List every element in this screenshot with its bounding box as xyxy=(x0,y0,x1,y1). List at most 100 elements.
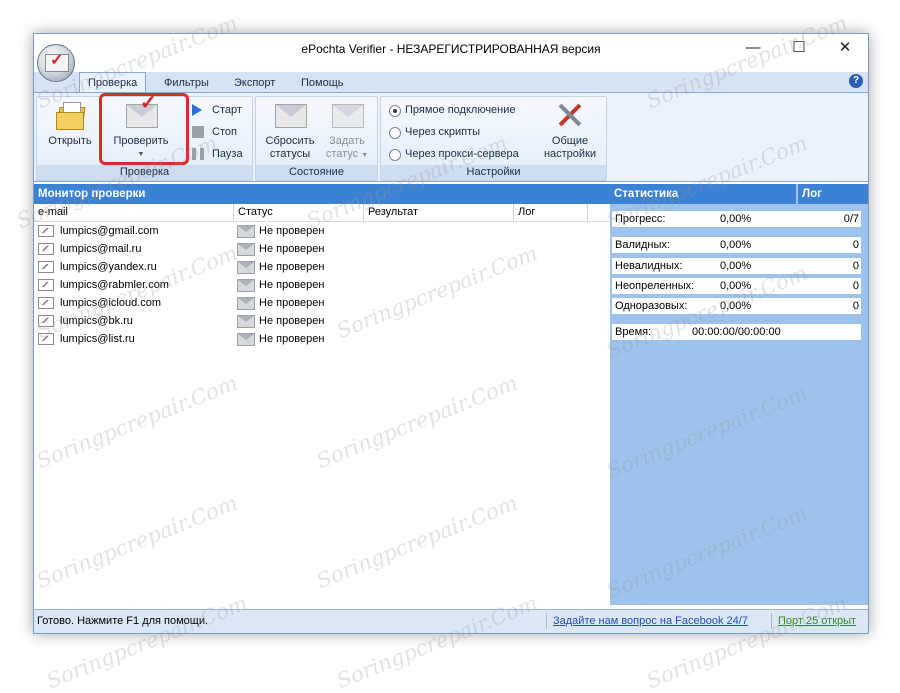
group-label-settings: Настройки xyxy=(381,165,606,180)
stat-label: Прогресс: xyxy=(615,213,666,225)
tab-help[interactable]: Помощь xyxy=(293,74,352,92)
set-status-button[interactable]: Задать статус ▼ xyxy=(320,99,374,162)
tab-filters[interactable]: Фильтры xyxy=(156,74,217,92)
column-result[interactable]: Результат xyxy=(368,206,418,218)
stat-label: Валидных: xyxy=(615,239,670,251)
stat-label: Время: xyxy=(615,326,652,338)
statistics-panel: Статистика Лог Прогресс: 0,00% 0/7 Валид… xyxy=(610,184,868,605)
table-row[interactable]: lumpics@mail.ru Не проверен xyxy=(34,240,610,258)
table-row[interactable]: lumpics@rabmler.com Не проверен xyxy=(34,276,610,294)
ribbon-group-state: Сбросить статусы Задать статус ▼ Состоян… xyxy=(255,96,378,181)
title-bar: ePochta Verifier - НЕЗАРЕГИСТРИРОВАННАЯ … xyxy=(34,34,868,64)
stat-undefined: Неопреленных: 0,00% 0 xyxy=(612,278,861,294)
general-settings-button[interactable]: Общие настройки xyxy=(537,99,603,161)
stat-time: Время: 00:00:00/00:00:00 xyxy=(612,324,861,340)
stat-percent: 0,00% xyxy=(720,280,752,292)
column-email[interactable]: e-mail xyxy=(38,206,68,218)
envelope-icon xyxy=(237,315,255,328)
verify-button-highlight xyxy=(99,93,189,165)
row-status: Не проверен xyxy=(259,297,325,309)
pause-label: Пауза xyxy=(212,148,243,160)
row-email: lumpics@rabmler.com xyxy=(60,279,169,291)
radio-indicator xyxy=(389,105,401,117)
minimize-button[interactable]: — xyxy=(730,34,776,64)
radio-scripts-label: Через скрипты xyxy=(405,126,481,138)
stat-count: 0/7 xyxy=(843,213,859,225)
status-bar: Готово. Нажмите F1 для помощи. Задайте н… xyxy=(34,609,868,633)
general-label-line1: Общие xyxy=(551,135,589,147)
stat-valid: Валидных: 0,00% 0 xyxy=(612,237,861,253)
stop-icon xyxy=(192,126,204,138)
general-label-line2: настройки xyxy=(543,148,597,160)
mail-icon xyxy=(38,333,54,345)
radio-via-scripts[interactable]: Через скрипты xyxy=(387,123,480,141)
facebook-link[interactable]: Задайте нам вопрос на Facebook 24/7 xyxy=(553,615,748,627)
envelope-icon xyxy=(274,99,307,131)
open-button-label: Открыть xyxy=(48,135,92,147)
group-label-check: Проверка xyxy=(37,165,252,180)
start-button[interactable]: Старт xyxy=(192,101,242,119)
envelope-icon xyxy=(237,333,255,346)
row-status: Не проверен xyxy=(259,243,325,255)
table-row[interactable]: lumpics@yandex.ru Не проверен xyxy=(34,258,610,276)
row-status: Не проверен xyxy=(259,315,325,327)
stat-count: 0 xyxy=(852,280,859,292)
mail-icon xyxy=(38,225,54,237)
row-status: Не проверен xyxy=(259,261,325,273)
app-menu-orb[interactable]: ✓ xyxy=(37,44,75,82)
stat-count: 0 xyxy=(852,239,859,251)
stat-disposable: Одноразовых: 0,00% 0 xyxy=(612,298,861,314)
status-text: Готово. Нажмите F1 для помощи. xyxy=(37,615,209,627)
open-button[interactable]: Открыть xyxy=(41,99,99,148)
ribbon-group-settings: Прямое подключение Через скрипты Через п… xyxy=(380,96,607,181)
row-status: Не проверен xyxy=(259,225,325,237)
mail-icon xyxy=(38,297,54,309)
radio-direct-connection[interactable]: Прямое подключение xyxy=(387,101,516,119)
row-email: lumpics@yandex.ru xyxy=(60,261,157,273)
monitor-column-headers: e-mail Статус Результат Лог xyxy=(34,204,610,222)
tab-check[interactable]: Проверка xyxy=(79,72,147,93)
envelope-icon xyxy=(237,261,255,274)
reset-statuses-button[interactable]: Сбросить статусы xyxy=(260,99,320,161)
help-icon[interactable]: ? xyxy=(849,74,863,88)
ribbon-tabs: Проверка Фильтры Экспорт Помощь ? xyxy=(34,72,868,93)
monitor-panel-title: Монитор проверки xyxy=(34,184,610,204)
row-email: lumpics@icloud.com xyxy=(60,297,162,309)
tools-icon xyxy=(554,99,586,131)
envelope-icon xyxy=(237,243,255,256)
column-log[interactable]: Лог xyxy=(518,206,535,218)
row-status: Не проверен xyxy=(259,333,325,345)
statistics-tab[interactable]: Статистика xyxy=(610,184,796,204)
table-row[interactable]: lumpics@gmail.com Не проверен xyxy=(34,222,610,240)
stat-percent: 0,00% xyxy=(720,260,752,272)
log-tab[interactable]: Лог xyxy=(798,184,868,204)
row-email: lumpics@bk.ru xyxy=(60,315,133,327)
stat-percent: 0,00% xyxy=(720,300,752,312)
chevron-down-icon: ▼ xyxy=(361,152,369,159)
stop-button[interactable]: Стоп xyxy=(192,123,237,141)
maximize-button[interactable]: ☐ xyxy=(776,34,822,64)
table-row[interactable]: lumpics@bk.ru Не проверен xyxy=(34,312,610,330)
port-status[interactable]: Порт 25 открыт xyxy=(778,615,856,627)
pause-icon xyxy=(192,148,204,160)
mail-icon xyxy=(38,243,54,255)
close-button[interactable]: ✕ xyxy=(822,34,868,64)
pause-button[interactable]: Пауза xyxy=(192,145,243,163)
radio-direct-label: Прямое подключение xyxy=(405,104,516,116)
stat-count: 0 xyxy=(852,300,859,312)
stat-count: 0 xyxy=(852,260,859,272)
row-email: lumpics@gmail.com xyxy=(60,225,159,237)
group-label-state: Состояние xyxy=(256,165,377,180)
radio-via-proxy[interactable]: Через прокси-сервера xyxy=(387,145,519,163)
stat-label: Одноразовых: xyxy=(615,300,688,312)
mail-icon xyxy=(38,261,54,273)
table-row[interactable]: lumpics@list.ru Не проверен xyxy=(34,330,610,348)
envelope-icon xyxy=(237,297,255,310)
stat-label: Неопреленных: xyxy=(615,280,695,292)
envelope-icon xyxy=(237,279,255,292)
column-status[interactable]: Статус xyxy=(238,206,273,218)
set-label-line1: Задать xyxy=(329,135,365,147)
mail-icon xyxy=(38,279,54,291)
table-row[interactable]: lumpics@icloud.com Не проверен xyxy=(34,294,610,312)
tab-export[interactable]: Экспорт xyxy=(226,74,283,92)
